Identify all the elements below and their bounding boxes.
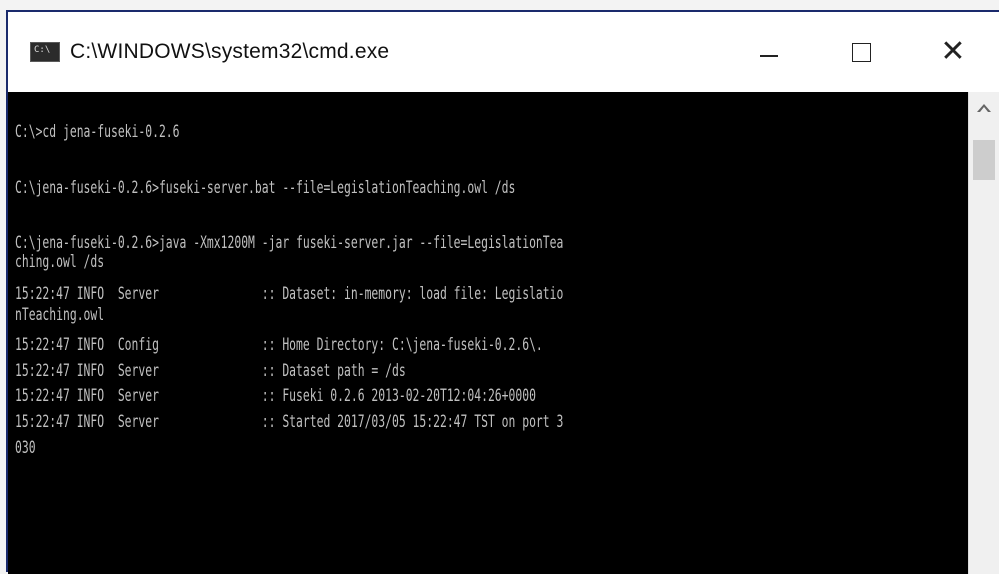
window-controls: ✕: [723, 12, 999, 92]
cmd-icon[interactable]: C:\: [30, 42, 60, 62]
cmd-window: C:\ C:\WINDOWS\system32\cmd.exe ✕ C:\>cd…: [6, 10, 999, 574]
console-line: C:\jena-fuseki-0.2.6>fuseki-server.bat -…: [15, 178, 516, 197]
window-title: C:\WINDOWS\system32\cmd.exe: [70, 40, 390, 63]
minimize-icon: [760, 55, 778, 57]
console-line: 15:22:47 INFO Server :: Fuseki 0.2.6 201…: [15, 386, 536, 405]
vertical-scrollbar[interactable]: [968, 92, 999, 574]
console-line: 15:22:47 INFO Server :: Dataset path = /…: [15, 361, 406, 380]
console-line: nTeaching.owl: [15, 305, 105, 324]
close-icon: ✕: [940, 34, 966, 69]
scrollbar-thumb[interactable]: [973, 140, 995, 180]
minimize-button[interactable]: [723, 12, 815, 92]
console-line: C:\>cd jena-fuseki-0.2.6: [15, 122, 180, 141]
console-line: 15:22:47 INFO Server :: Started 2017/03/…: [15, 412, 564, 431]
close-button[interactable]: ✕: [907, 12, 999, 92]
maximize-button[interactable]: [815, 12, 907, 92]
console-line: ching.owl /ds: [15, 252, 105, 271]
console-line: 15:22:47 INFO Server :: Dataset: in-memo…: [15, 284, 564, 303]
title-bar[interactable]: C:\ C:\WINDOWS\system32\cmd.exe ✕: [8, 12, 999, 92]
maximize-icon: [851, 42, 871, 62]
console-line: 030: [15, 438, 36, 457]
console-line: 15:22:47 INFO Config :: Home Directory: …: [15, 335, 543, 354]
console-output[interactable]: C:\>cd jena-fuseki-0.2.6 C:\jena-fuseki-…: [8, 92, 968, 574]
console-line: C:\jena-fuseki-0.2.6>java -Xmx1200M -jar…: [15, 233, 564, 252]
cmd-icon-text: C:\: [34, 45, 51, 55]
scroll-up-arrow-icon[interactable]: [977, 104, 991, 112]
